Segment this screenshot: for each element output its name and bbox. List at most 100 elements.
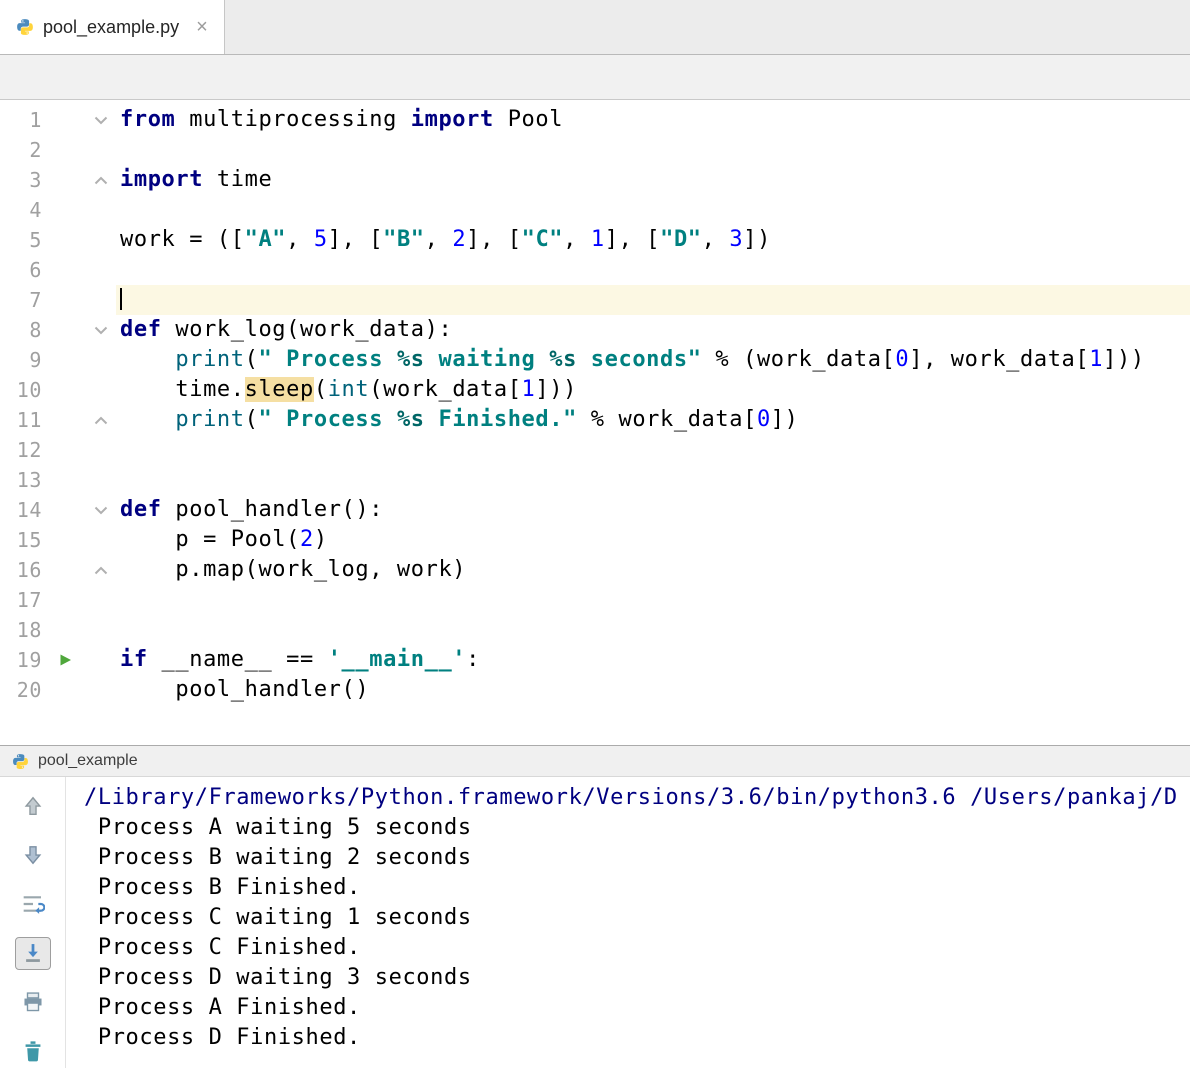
editor-line: 2	[0, 135, 1190, 165]
console-output-line: Process D Finished.	[84, 1023, 1190, 1053]
line-number: 9	[0, 345, 44, 375]
editor-line: 17	[0, 585, 1190, 615]
code-line-text[interactable]	[116, 255, 1190, 285]
code-line-text[interactable]: work = (["A", 5], ["B", 2], ["C", 1], ["…	[116, 225, 1190, 255]
code-line-text[interactable]: import time	[116, 165, 1190, 195]
line-number: 10	[0, 375, 44, 405]
code-line-text[interactable]	[116, 285, 1190, 315]
editor-gutter: 6	[0, 255, 116, 285]
code-line-text[interactable]	[116, 135, 1190, 165]
code-editor[interactable]: 1 from multiprocessing import Pool 23impor…	[0, 100, 1190, 745]
fold-expanded-icon[interactable]	[86, 105, 116, 135]
editor-gutter: 12	[0, 435, 116, 465]
editor-gutter: 4	[0, 195, 116, 225]
ide-window: pool_example.py × 1 from multiprocessing …	[0, 0, 1190, 1068]
editor-gutter: 15	[0, 525, 116, 555]
code-line-text[interactable]: def work_log(work_data):	[116, 315, 1190, 345]
python-run-icon	[12, 753, 29, 770]
run-panel-header[interactable]: pool_example	[0, 745, 1190, 777]
text-caret	[120, 288, 122, 310]
line-number: 1	[0, 105, 44, 135]
code-line-text[interactable]: p = Pool(2)	[116, 525, 1190, 555]
code-line-text[interactable]	[116, 585, 1190, 615]
soft-wrap-icon[interactable]	[15, 887, 51, 920]
tab-title: pool_example.py	[43, 17, 179, 38]
line-number: 20	[0, 675, 44, 705]
editor-gutter: 7	[0, 285, 116, 315]
code-line-text[interactable]: print(" Process %s Finished." % work_dat…	[116, 405, 1190, 435]
editor-line: 18	[0, 615, 1190, 645]
editor-line: 11 print(" Process %s Finished." % work_…	[0, 405, 1190, 435]
code-line-text[interactable]: if __name__ == '__main__':	[116, 645, 1190, 675]
code-line-text[interactable]: time.sleep(int(work_data[1]))	[116, 375, 1190, 405]
console-output-line: Process B Finished.	[84, 873, 1190, 903]
editor-gutter: 5	[0, 225, 116, 255]
tab-close-icon[interactable]: ×	[196, 16, 208, 39]
fold-end-icon[interactable]	[86, 405, 116, 435]
editor-line: 3import time	[0, 165, 1190, 195]
editor-gutter: 19	[0, 645, 116, 675]
python-file-icon	[16, 18, 34, 36]
line-number: 16	[0, 555, 44, 585]
tab-pool-example-py[interactable]: pool_example.py ×	[0, 0, 225, 54]
code-line-text[interactable]	[116, 465, 1190, 495]
editor-gutter: 1	[0, 105, 116, 135]
console-output-line: Process D waiting 3 seconds	[84, 963, 1190, 993]
console-output-line: Process C Finished.	[84, 933, 1190, 963]
run-panel-title: pool_example	[38, 752, 138, 770]
editor-line: 12	[0, 435, 1190, 465]
code-line-text[interactable]	[116, 615, 1190, 645]
console-output: /Library/Frameworks/Python.framework/Ver…	[66, 777, 1190, 1068]
run-console: /Library/Frameworks/Python.framework/Ver…	[0, 777, 1190, 1068]
editor-line: 14def pool_handler():	[0, 495, 1190, 525]
editor-line: 9 print(" Process %s waiting %s seconds"…	[0, 345, 1190, 375]
clear-all-icon[interactable]	[15, 1035, 51, 1068]
code-line-text[interactable]: def pool_handler():	[116, 495, 1190, 525]
editor-gutter: 16	[0, 555, 116, 585]
line-number: 8	[0, 315, 44, 345]
down-arrow-icon[interactable]	[15, 838, 51, 871]
run-line-icon[interactable]	[44, 645, 86, 675]
line-number: 5	[0, 225, 44, 255]
line-number: 13	[0, 465, 44, 495]
code-line-text[interactable]: from multiprocessing import Pool	[116, 105, 1190, 135]
line-number: 7	[0, 285, 44, 315]
line-number: 12	[0, 435, 44, 465]
fold-end-icon[interactable]	[86, 555, 116, 585]
console-output-line: Process A waiting 5 seconds	[84, 813, 1190, 843]
editor-gutter: 14	[0, 495, 116, 525]
code-line-text[interactable]: p.map(work_log, work)	[116, 555, 1190, 585]
console-command-line: /Library/Frameworks/Python.framework/Ver…	[84, 783, 1190, 813]
editor-gutter: 18	[0, 615, 116, 645]
editor-line: 4	[0, 195, 1190, 225]
editor-line: 20 pool_handler()	[0, 675, 1190, 705]
editor-gutter: 11	[0, 405, 116, 435]
editor-gutter: 20	[0, 675, 116, 705]
line-number: 18	[0, 615, 44, 645]
editor-line: 10 time.sleep(int(work_data[1]))	[0, 375, 1190, 405]
console-output-line: Process C waiting 1 seconds	[84, 903, 1190, 933]
console-output-line: Process B waiting 2 seconds	[84, 843, 1190, 873]
line-number: 19	[0, 645, 44, 675]
fold-expanded-icon[interactable]	[86, 495, 116, 525]
console-output-line: Process A Finished.	[84, 993, 1190, 1023]
code-line-text[interactable]: pool_handler()	[116, 675, 1190, 705]
editor-line: 6	[0, 255, 1190, 285]
editor-tab-bar: pool_example.py ×	[0, 0, 1190, 55]
editor-line: 8 def work_log(work_data):	[0, 315, 1190, 345]
fold-expanded-icon[interactable]	[86, 315, 116, 345]
print-icon[interactable]	[15, 986, 51, 1019]
fold-end-icon[interactable]	[86, 165, 116, 195]
code-line-text[interactable]	[116, 435, 1190, 465]
editor-lines: 1 from multiprocessing import Pool 23impor…	[0, 105, 1190, 705]
up-arrow-icon[interactable]	[15, 789, 51, 822]
editor-gutter: 3	[0, 165, 116, 195]
code-line-text[interactable]	[116, 195, 1190, 225]
scroll-to-end-icon[interactable]	[15, 937, 51, 970]
editor-gutter: 10	[0, 375, 116, 405]
line-number: 2	[0, 135, 44, 165]
editor-line: 16 p.map(work_log, work)	[0, 555, 1190, 585]
line-number: 4	[0, 195, 44, 225]
code-line-text[interactable]: print(" Process %s waiting %s seconds" %…	[116, 345, 1190, 375]
editor-line: 19 if __name__ == '__main__':	[0, 645, 1190, 675]
